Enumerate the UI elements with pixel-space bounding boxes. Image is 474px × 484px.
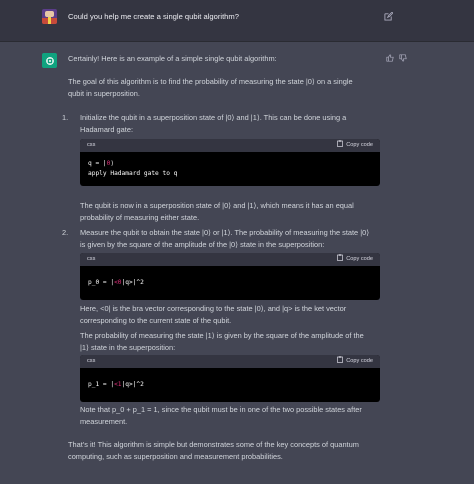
after2-line-1: Here, <0| is the bra vector correspondin… [80, 304, 347, 313]
clipboard-icon [337, 254, 344, 261]
goal-line-2: qubit in superposition. [68, 89, 140, 98]
note-line-2: measurement. [80, 417, 128, 426]
after2-line-3: The probability of measuring the state |… [80, 331, 364, 340]
code-language: css [87, 256, 96, 262]
user-message-text: Could you help me create a single qubit … [68, 12, 239, 21]
code-text: p_0 = | [88, 279, 115, 286]
code-text: apply Hadamard gate to q [88, 170, 178, 177]
copy-code-label: Copy code [346, 142, 373, 148]
code-block-3: css Copy code p_1 = |<1|q>|^2 [80, 355, 380, 402]
clipboard-icon [337, 356, 344, 363]
code-language: css [87, 142, 96, 148]
after2-line-4: |1⟩ state in the superposition: [80, 343, 176, 352]
step2-line-1: Measure the qubit to obtain the state |0… [80, 228, 370, 237]
copy-code-button[interactable]: Copy code [337, 355, 373, 368]
after1-line-1: The qubit is now in a superposition stat… [80, 201, 354, 210]
copy-code-button[interactable]: Copy code [337, 253, 373, 266]
thumbs-down-icon[interactable] [399, 54, 407, 62]
note-line-1: Note that p_0 + p_1 = 1, since the qubit… [80, 405, 362, 414]
code-text: p_1 = | [88, 381, 115, 388]
assistant-avatar [42, 53, 57, 68]
clipboard-icon [337, 140, 344, 147]
step1-line-1: Initialize the qubit in a superposition … [80, 113, 347, 122]
closing-line-1: That's it! This algorithm is simple but … [68, 440, 359, 449]
code-block-2: css Copy code p_0 = |<0|q>|^2 [80, 253, 380, 300]
intro-text: Certainly! Here is an example of a simpl… [68, 54, 277, 63]
closing-line-2: computing, such as superposition and mea… [68, 452, 283, 461]
goal-line-1: The goal of this algorithm is to find th… [68, 77, 353, 86]
code-header: css Copy code [80, 253, 380, 266]
code-text: ⟩ [110, 160, 115, 167]
user-avatar [42, 9, 57, 24]
code-body: q = |0⟩ apply Hadamard gate to q [80, 152, 380, 186]
code-language: css [87, 358, 96, 364]
step1-line-2: Hadamard gate: [80, 125, 133, 134]
user-message-row: Could you help me create a single qubit … [0, 0, 474, 42]
edit-icon[interactable] [384, 12, 393, 21]
code-header: css Copy code [80, 139, 380, 152]
code-block-1: css Copy code q = |0⟩ apply Hadamard gat… [80, 139, 380, 186]
code-body: p_1 = |<1|q>|^2 [80, 368, 380, 402]
code-text: q = | [88, 160, 107, 167]
step2-line-2: is given by the square of the amplitude … [80, 240, 325, 249]
copy-code-button[interactable]: Copy code [337, 139, 373, 152]
code-body: p_0 = |<0|q>|^2 [80, 266, 380, 300]
code-keyword: <1 [114, 381, 122, 388]
code-text: |q>|^2 [121, 279, 144, 286]
after1-line-2: probability of measuring either state. [80, 213, 200, 222]
code-keyword: <0 [114, 279, 122, 286]
thumbs-up-icon[interactable] [386, 54, 394, 62]
code-text: |q>|^2 [121, 381, 144, 388]
code-header: css Copy code [80, 355, 380, 368]
openai-logo-icon [45, 56, 54, 65]
after2-line-2: corresponding to the current state of th… [80, 316, 232, 325]
copy-code-label: Copy code [346, 256, 373, 262]
copy-code-label: Copy code [346, 358, 373, 364]
